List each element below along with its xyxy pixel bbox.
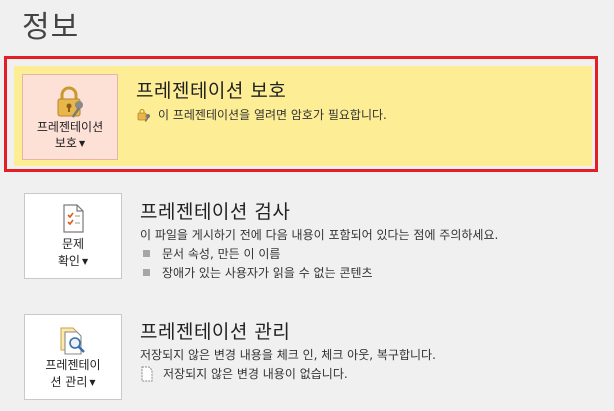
manage-presentation-button[interactable]: 프레젠테이 션 관리 ▼	[24, 314, 122, 400]
manage-title: 프레젠테이션 관리	[140, 321, 291, 343]
protect-desc-row: 이 프레젠테이션을 열려면 암호가 필요합니다.	[136, 106, 387, 123]
chevron-down-icon: ▼	[89, 378, 96, 387]
check-issues-button[interactable]: 문제 확인 ▼	[24, 193, 122, 279]
bullet-text: 문서 속성, 만든 이 이름	[162, 247, 281, 261]
chevron-down-icon: ▼	[81, 257, 89, 266]
inspect-document-icon	[63, 204, 84, 233]
inspect-desc: 이 파일을 게시하기 전에 다음 내용이 포함되어 있다는 점에 주의하세요.	[140, 228, 499, 242]
bullet-text: 장애가 있는 사용자가 읽을 수 없는 콘텐츠	[162, 266, 373, 280]
manage-sub: 저장되지 않은 변경 내용이 없습니다.	[163, 367, 348, 381]
inspect-title: 프레젠테이션 검사	[140, 201, 291, 223]
lock-key-small-icon	[137, 108, 150, 122]
inspect-bullet-2: 장애가 있는 사용자가 읽을 수 없는 콘텐츠	[140, 264, 373, 281]
bullet-icon	[143, 250, 150, 257]
chevron-down-icon: ▼	[78, 138, 86, 148]
protect-button-label-1: 프레젠테이션	[36, 120, 104, 134]
check-issues-label-2: 확인 ▼	[57, 254, 89, 268]
manage-label-2: 션 관리 ▼	[50, 375, 96, 389]
protect-section: 프레젠테이션 보호 ▼ 프레젠테이션 보호 이 프레젠테이션을 열려면 암호가 필…	[14, 66, 592, 166]
check-issues-label-1: 문제	[61, 237, 85, 251]
protect-button-label-2: 보호 ▼	[54, 136, 86, 150]
page-title: 정보	[22, 10, 80, 45]
manage-label-1: 프레젠테이	[45, 358, 101, 372]
protect-title: 프레젠테이션 보호	[136, 80, 287, 102]
document-outline-icon	[141, 366, 153, 381]
protect-desc: 이 프레젠테이션을 열려면 암호가 필요합니다.	[158, 108, 387, 122]
bullet-icon	[143, 269, 150, 276]
manage-desc: 저장되지 않은 변경 내용을 체크 인, 체크 아웃, 복구합니다.	[140, 348, 436, 362]
manage-sub-row: 저장되지 않은 변경 내용이 없습니다.	[140, 365, 348, 382]
manage-versions-icon	[60, 327, 85, 355]
inspect-bullet-1: 문서 속성, 만든 이 이름	[140, 245, 280, 262]
protect-presentation-button[interactable]: 프레젠테이션 보호 ▼	[22, 74, 118, 160]
lock-key-icon	[57, 86, 83, 118]
